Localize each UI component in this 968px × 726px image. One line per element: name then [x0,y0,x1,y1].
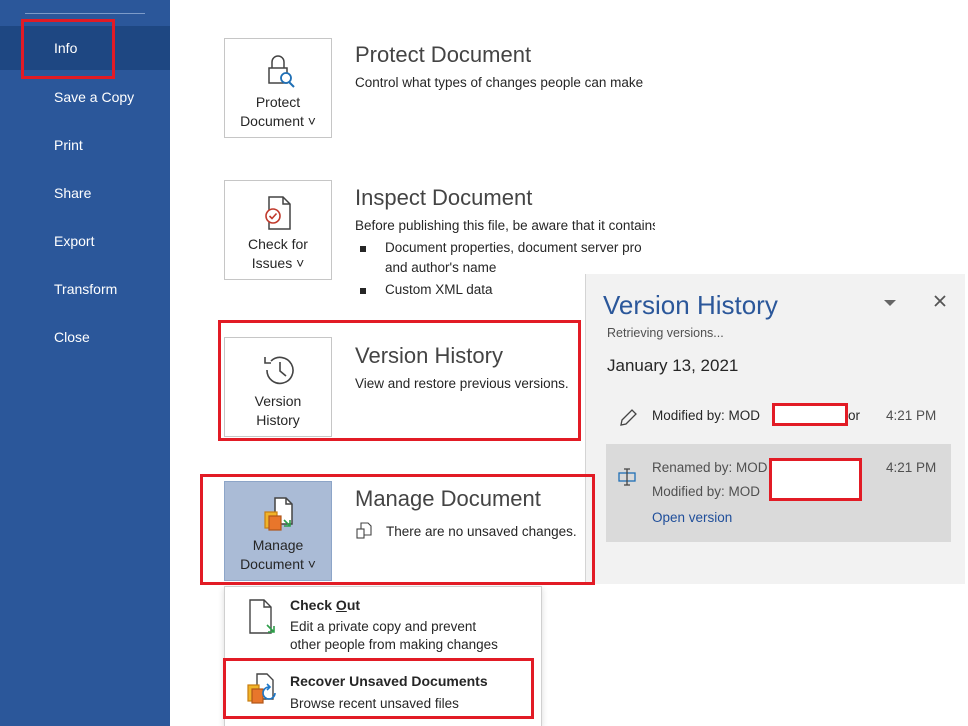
backstage-sidebar: Info Save a Copy Print Share Export Tran… [0,0,170,726]
inspect-bullet: Custom XML data [360,282,493,297]
version-entry-time: 4:21 PM [886,408,937,423]
protect-document-desc: Control what types of changes people can… [355,75,644,90]
close-icon[interactable] [933,294,947,308]
annotation-box-version-history [218,320,581,441]
check-out-icon [249,599,275,634]
lock-key-icon [268,55,295,88]
sidebar-item-print[interactable]: Print [0,123,170,167]
annotation-box-manage-document [200,474,595,585]
check-out-menu-item[interactable]: Check Out Edit a private copy and preven… [225,587,541,659]
check-for-issues-button[interactable]: Check for Issues ˅ [224,180,332,280]
inspect-document-desc: Before publishing this file, be aware th… [355,218,655,233]
document-check-icon [265,196,291,230]
check-out-desc: Edit a private copy and prevent other pe… [290,619,498,652]
version-entry-modified: Modified by: MOD [652,484,761,499]
sidebar-item-save-a-copy[interactable]: Save a Copy [0,75,170,119]
protect-document-title: Protect Document [355,42,532,67]
version-entry-time: 4:21 PM [886,460,937,475]
version-entry-suffix: or [848,408,861,423]
redaction-box [769,458,862,501]
protect-document-label: Protect Document ˅ [240,94,316,129]
version-pane-date: January 13, 2021 [607,356,739,375]
sidebar-item-close[interactable]: Close [0,315,170,359]
chevron-down-icon[interactable] [883,298,897,308]
check-for-issues-label: Check for Issues ˅ [248,236,308,271]
pencil-icon [620,409,637,426]
redaction-box [772,403,848,426]
version-entry-renamed: Renamed by: MOD [652,460,768,475]
protect-document-button[interactable]: Protect Document ˅ [224,38,332,138]
annotation-box-info [21,19,115,79]
open-version-link[interactable]: Open version [652,510,732,525]
sidebar-item-share[interactable]: Share [0,171,170,215]
inspect-bullet: Document properties, document server pro [360,240,655,255]
sidebar-item-transform[interactable]: Transform [0,267,170,311]
annotation-box-recover-unsaved [223,658,534,719]
inspect-bullet-continuation: and author's name [385,260,497,275]
version-history-pane: Version History Retrieving versions... J… [585,274,965,584]
version-pane-status: Retrieving versions... [607,326,724,340]
version-pane-title: Version History [603,290,778,320]
version-entry-modified: Modified by: MOD [652,408,761,423]
rename-icon [618,468,636,486]
sidebar-item-export[interactable]: Export [0,219,170,263]
inspect-document-title: Inspect Document [355,185,533,210]
sidebar-divider [25,13,145,14]
check-out-label: Check Out [290,597,361,613]
